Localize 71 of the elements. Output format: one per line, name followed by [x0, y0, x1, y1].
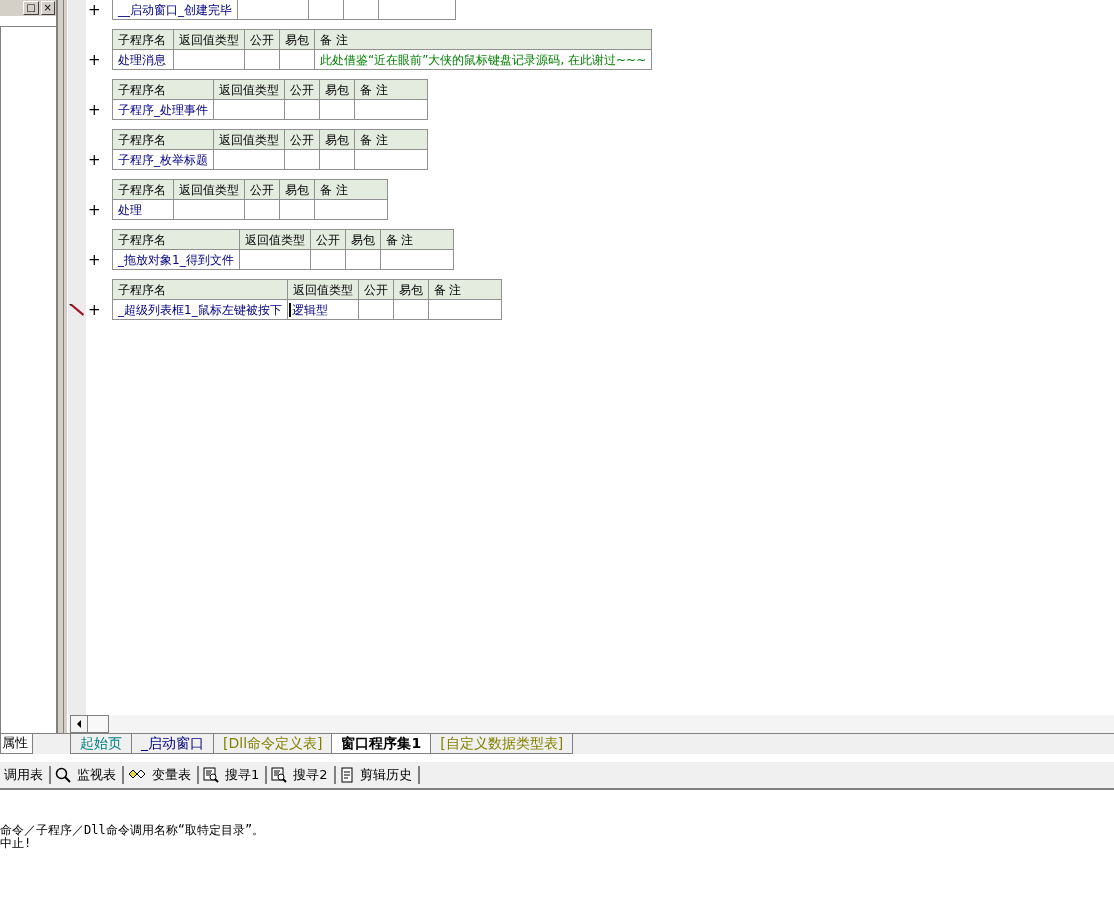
pencil-icon [69, 304, 85, 316]
column-header: 返回值类型 [287, 279, 359, 300]
column-header: 备 注 [354, 79, 428, 100]
expand-toggle[interactable]: + [88, 51, 101, 69]
column-header: 备 注 [354, 129, 428, 150]
column-header: 返回值类型 [213, 79, 285, 100]
find-icon [271, 767, 288, 783]
procedure-name: __启动窗口_创建完毕 [112, 0, 238, 20]
toolbar-button[interactable]: 搜寻1 [199, 766, 268, 784]
column-header: 子程序名 [112, 179, 174, 200]
file-tab[interactable]: _启动窗口 [131, 734, 214, 754]
column-header: 易包 [393, 279, 429, 300]
toolbar-button[interactable]: 搜寻2 [267, 766, 336, 784]
file-tab[interactable]: 起始页 [70, 734, 132, 754]
panel-button[interactable]: × [40, 1, 55, 15]
scrollbar-thumb[interactable] [87, 715, 109, 733]
column-header: 备 注 [314, 29, 652, 50]
expand-toggle[interactable]: + [88, 101, 101, 119]
column-header: 公开 [358, 279, 394, 300]
file-tab[interactable]: [自定义数据类型表] [430, 734, 574, 754]
column-header: 备 注 [428, 279, 502, 300]
column-header: 公开 [244, 179, 280, 200]
procedure-name: 处理消息 [112, 49, 174, 70]
column-header: 公开 [310, 229, 346, 250]
column-header: 公开 [284, 129, 320, 150]
column-header: 返回值类型 [173, 29, 245, 50]
column-header: 子程序名 [112, 79, 214, 100]
table-cell [237, 0, 309, 20]
column-header: 子程序名 [112, 129, 214, 150]
file-tab[interactable]: 窗口程序集1 [331, 734, 432, 754]
properties-tab[interactable]: 属性 [0, 734, 33, 754]
panel-button[interactable]: □ [23, 1, 39, 15]
procedure-name: 子程序_处理事件 [112, 99, 214, 120]
toolbar-button[interactable]: 剪辑历史 [335, 766, 420, 784]
column-header: 返回值类型 [239, 229, 311, 250]
table-cell [343, 0, 379, 20]
search-icon [55, 767, 71, 783]
column-header: 子程序名 [112, 279, 288, 300]
scroll-left-button[interactable] [70, 715, 88, 733]
output-message: 命令／子程序／Dll命令调用名称“取特定目录”。 [0, 824, 266, 837]
column-header: 备 注 [380, 229, 454, 250]
column-header: 子程序名 [112, 29, 174, 50]
find-icon [203, 767, 219, 783]
column-header: 易包 [279, 29, 315, 50]
column-header: 易包 [319, 129, 355, 150]
column-header: 易包 [279, 179, 315, 200]
column-header: 公开 [244, 29, 280, 50]
expand-toggle[interactable]: + [88, 201, 101, 219]
procedure-name: _超级列表框1_鼠标左键被按下 [112, 299, 288, 320]
column-header: 备 注 [314, 179, 388, 200]
column-header: 返回值类型 [173, 179, 245, 200]
column-header: 公开 [284, 79, 320, 100]
file-tab[interactable]: [Dll命令定义表] [213, 734, 333, 754]
toolbar-button[interactable]: 变量表 [124, 766, 199, 784]
left-arrow-icon [76, 720, 82, 728]
column-header: 易包 [319, 79, 355, 100]
expand-toggle[interactable]: + [88, 251, 101, 269]
expand-toggle[interactable]: + [88, 1, 101, 19]
column-header: 返回值类型 [213, 129, 285, 150]
procedure-name: 子程序_枚举标题 [112, 149, 214, 170]
table-cell [308, 0, 344, 20]
procedure-name: _拖放对象1_得到文件 [112, 249, 240, 270]
toolbar-button[interactable]: 调用表 [0, 766, 51, 784]
expand-toggle[interactable]: + [88, 151, 101, 169]
column-header: 子程序名 [112, 229, 240, 250]
column-header: 易包 [345, 229, 381, 250]
toolbar-button[interactable]: 监视表 [51, 766, 124, 784]
document-icon [339, 767, 354, 783]
output-message: 中止! [0, 837, 33, 850]
expand-toggle[interactable]: + [88, 301, 101, 319]
procedure-name: 处理 [112, 199, 174, 220]
